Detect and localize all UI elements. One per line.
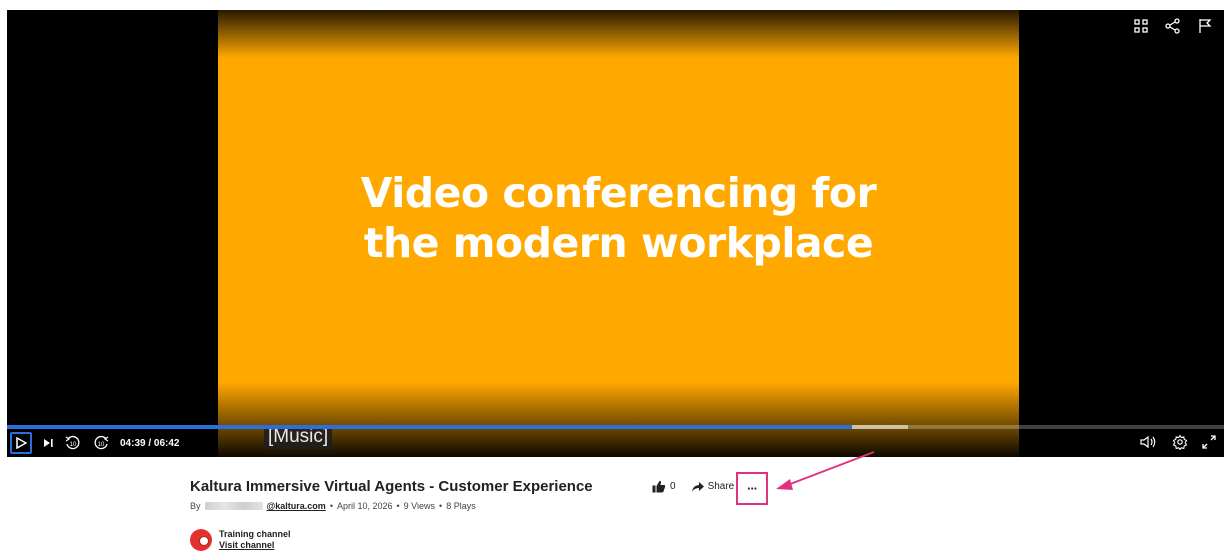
video-player[interactable]: Video conferencing for the modern workpl… — [7, 10, 1224, 457]
publish-date: April 10, 2026 — [336, 501, 393, 511]
next-icon[interactable] — [42, 437, 54, 449]
visit-channel-link[interactable]: Visit channel — [219, 540, 291, 551]
channel-block: Training channel Visit channel — [190, 529, 291, 551]
fullscreen-icon[interactable] — [1202, 435, 1216, 449]
bottom-controls: 10 10 04:39 / 06:42 — [10, 430, 180, 456]
play-button[interactable] — [10, 432, 32, 454]
volume-icon[interactable] — [1140, 435, 1158, 449]
top-shade — [7, 10, 1224, 58]
play-icon — [16, 437, 27, 449]
buffered-bar — [851, 425, 908, 429]
redacted-author-name — [204, 502, 263, 510]
plays-count: 8 Plays — [446, 501, 476, 511]
channel-name: Training channel — [219, 529, 291, 539]
rewind-10-icon[interactable]: 10 — [64, 434, 82, 452]
share-label: Share — [707, 481, 735, 492]
flag-icon[interactable] — [1196, 17, 1214, 35]
settings-icon[interactable] — [1172, 434, 1188, 450]
thumbs-up-icon — [652, 480, 666, 493]
bottom-right-controls — [1140, 434, 1216, 450]
bottom-shade — [7, 382, 1224, 457]
grid-icon[interactable] — [1132, 17, 1150, 35]
by-label: By — [190, 501, 201, 511]
video-actions: 0 Share — [652, 480, 734, 493]
author-link[interactable]: @kaltura.com — [267, 501, 326, 511]
top-controls — [1132, 17, 1214, 35]
share-button[interactable]: Share — [691, 481, 735, 492]
channel-logo[interactable] — [190, 529, 212, 551]
video-meta: By @kaltura.com • April 10, 2026 • 9 Vie… — [190, 501, 476, 511]
time-display: 04:39 / 06:42 — [120, 437, 180, 449]
views-count: 9 Views — [403, 501, 436, 511]
played-bar — [7, 425, 852, 429]
slide-title: Video conferencing for the modern workpl… — [360, 169, 877, 267]
forward-10-icon[interactable]: 10 — [92, 434, 110, 452]
svg-text:10: 10 — [98, 442, 105, 448]
share-arrow-icon — [691, 481, 704, 491]
like-button[interactable]: 0 — [652, 480, 676, 493]
scrub-bar[interactable] — [7, 425, 1224, 429]
svg-text:10: 10 — [70, 442, 77, 448]
more-options-button[interactable]: ··· — [736, 472, 768, 505]
share-icon[interactable] — [1164, 17, 1182, 35]
like-count: 0 — [670, 481, 676, 492]
